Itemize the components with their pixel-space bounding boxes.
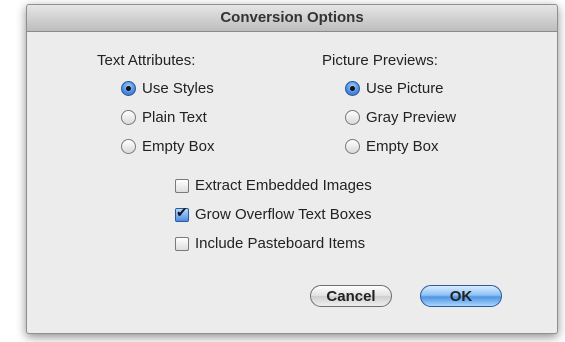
checkbox-extract-embedded-images[interactable]: Extract Embedded Images xyxy=(175,177,372,194)
radio-use-styles[interactable]: Use Styles xyxy=(121,80,214,97)
checkbox-label: Extract Embedded Images xyxy=(195,177,372,194)
radio-label: Use Styles xyxy=(142,80,214,97)
conversion-options-dialog: Conversion Options Text Attributes: Use … xyxy=(26,4,558,334)
picture-previews-heading: Picture Previews: xyxy=(322,52,438,69)
radio-use-picture[interactable]: Use Picture xyxy=(345,80,444,97)
radio-unselected-icon xyxy=(121,139,136,154)
cancel-button[interactable]: Cancel xyxy=(310,285,392,307)
checkbox-label: Include Pasteboard Items xyxy=(195,235,366,252)
checkbox-checked-icon xyxy=(175,205,189,222)
checkbox-grow-overflow-text-boxes[interactable]: Grow Overflow Text Boxes xyxy=(175,205,372,223)
checkbox-include-pasteboard-items[interactable]: Include Pasteboard Items xyxy=(175,235,365,252)
checkbox-label: Grow Overflow Text Boxes xyxy=(195,206,372,223)
radio-empty-box-text[interactable]: Empty Box xyxy=(121,138,215,155)
radio-unselected-icon xyxy=(345,139,360,154)
screen: Conversion Options Text Attributes: Use … xyxy=(0,0,565,342)
radio-selected-icon xyxy=(345,81,360,96)
dialog-title: Conversion Options xyxy=(27,5,557,32)
radio-unselected-icon xyxy=(121,110,136,125)
radio-label: Use Picture xyxy=(366,80,444,97)
radio-label: Plain Text xyxy=(142,109,207,126)
radio-label: Gray Preview xyxy=(366,109,457,126)
text-attributes-heading: Text Attributes: xyxy=(97,52,196,69)
radio-label: Empty Box xyxy=(142,138,215,155)
checkbox-unchecked-icon xyxy=(175,236,189,251)
radio-selected-icon xyxy=(121,81,136,96)
radio-gray-preview[interactable]: Gray Preview xyxy=(345,109,456,126)
radio-unselected-icon xyxy=(345,110,360,125)
radio-empty-box-picture[interactable]: Empty Box xyxy=(345,138,439,155)
ok-button[interactable]: OK xyxy=(420,285,502,307)
radio-plain-text[interactable]: Plain Text xyxy=(121,109,207,126)
checkbox-unchecked-icon xyxy=(175,178,189,193)
radio-label: Empty Box xyxy=(366,138,439,155)
